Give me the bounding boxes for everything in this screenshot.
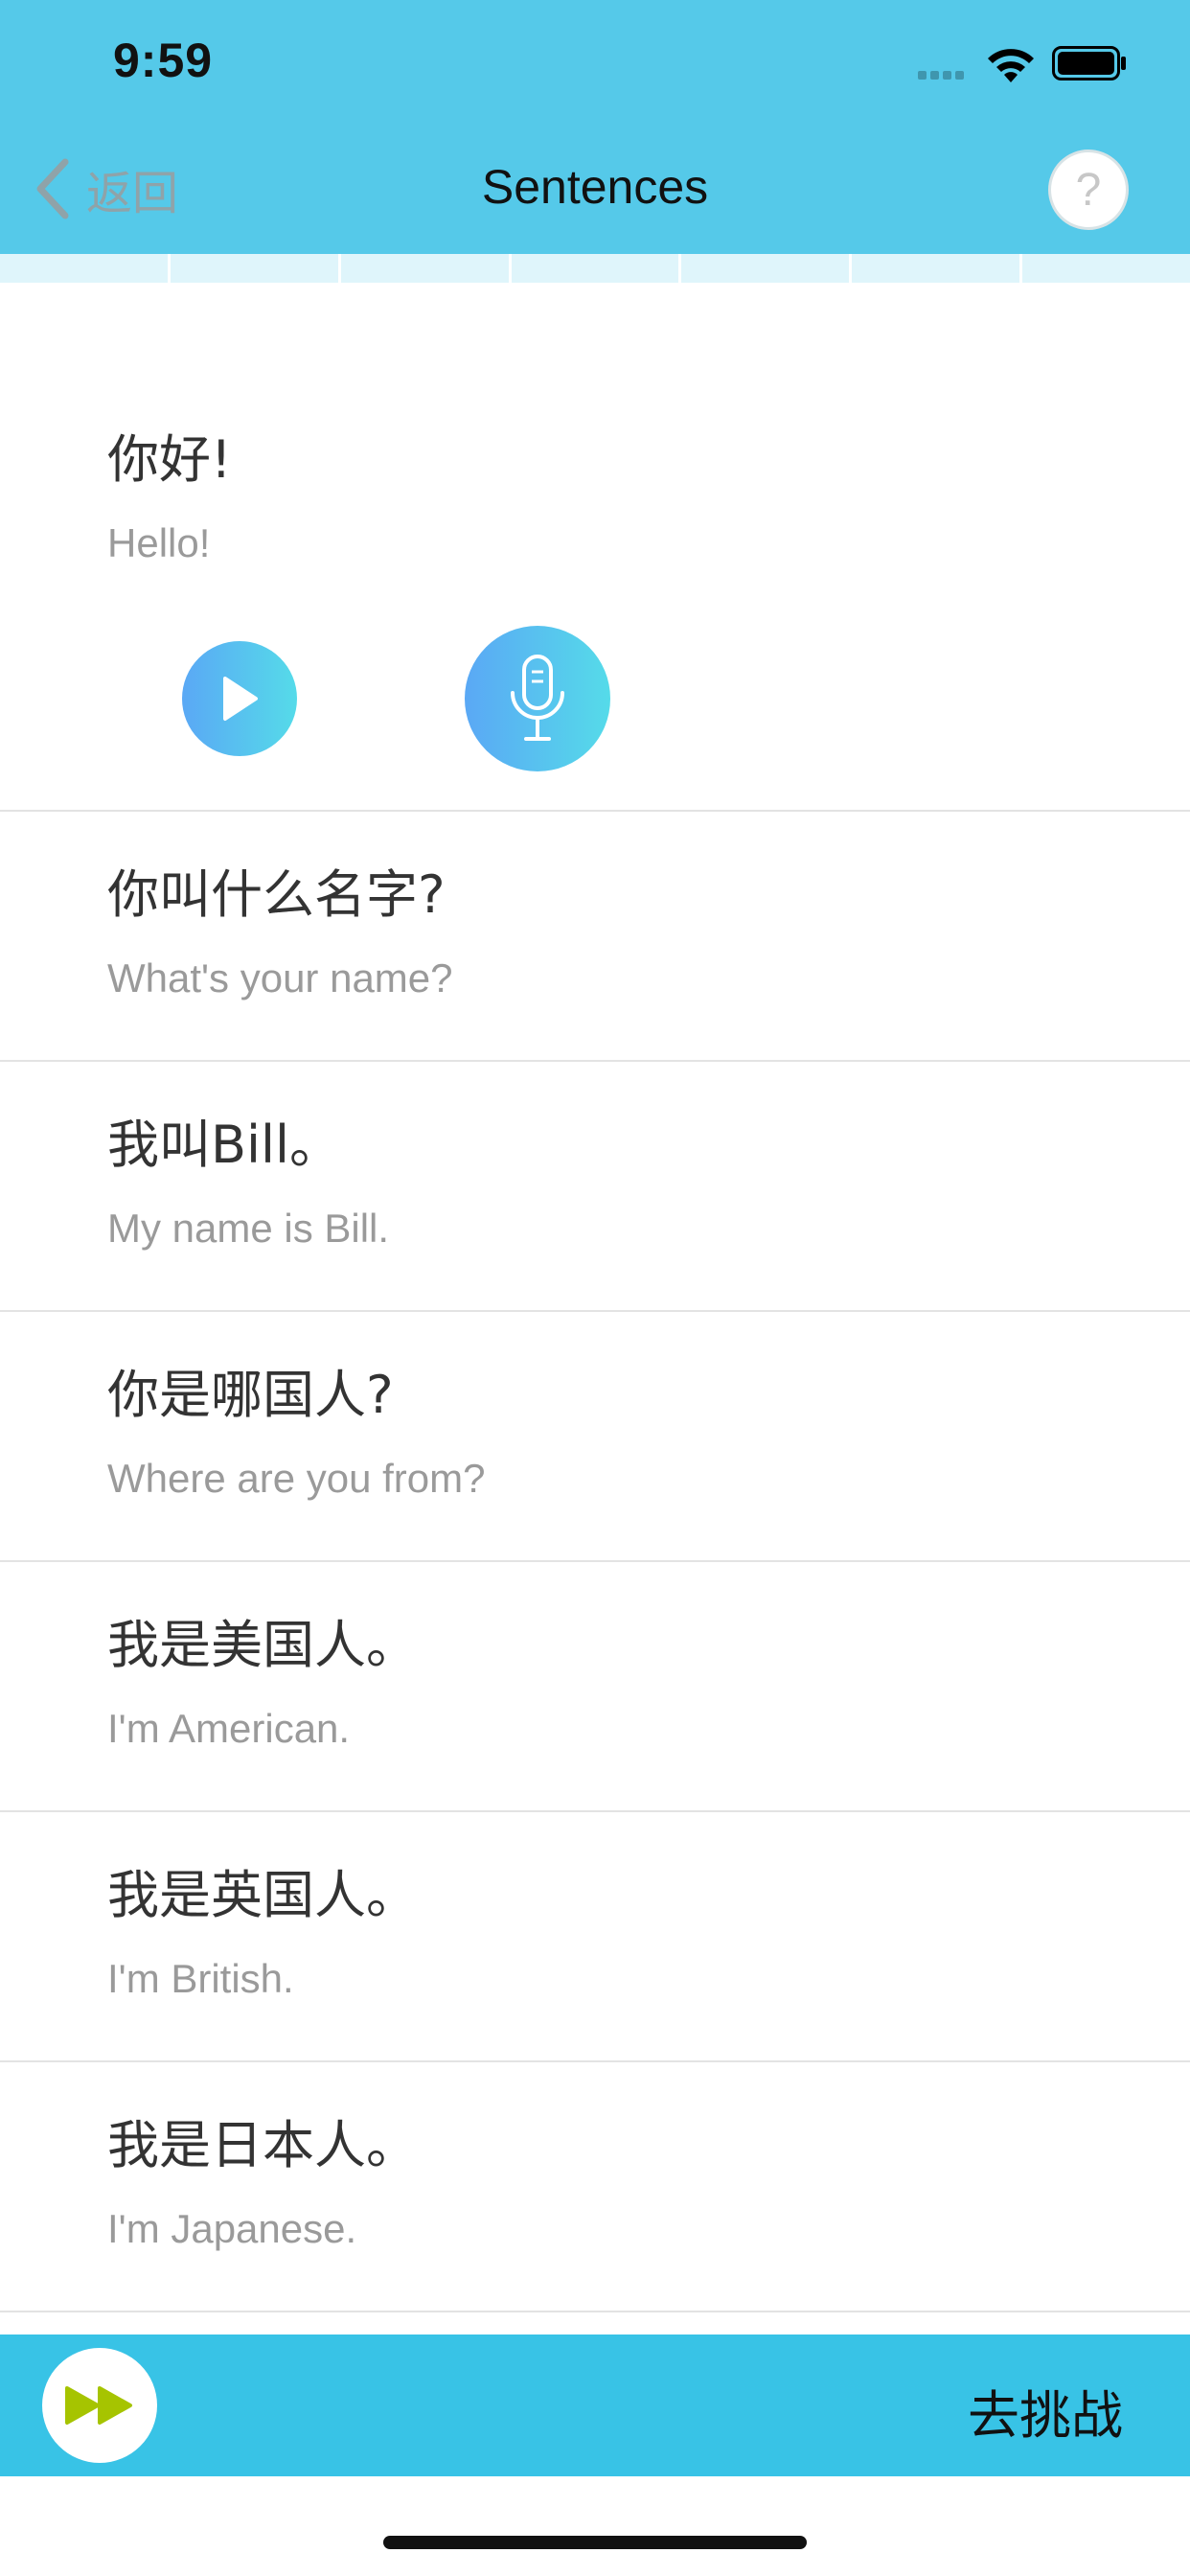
progress-segment: [852, 254, 1023, 283]
sentence-english: Where are you from?: [107, 1456, 486, 1501]
sentence-list: 你好! Hello! 你叫什么名字? What's your name? 我叫B…: [0, 283, 1190, 2312]
sentence-chinese: 我是英国人。: [107, 1865, 418, 1925]
sentence-item[interactable]: 我是英国人。 I'm British.: [0, 1812, 1190, 2062]
help-button[interactable]: ?: [1048, 150, 1129, 230]
progress-segment: [681, 254, 853, 283]
sentence-chinese: 你叫什么名字?: [107, 864, 446, 925]
sentence-chinese: 我是日本人。: [107, 2115, 418, 2175]
sentence-chinese: 你是哪国人?: [107, 1365, 394, 1425]
progress-segment: [171, 254, 341, 283]
fast-forward-icon: [65, 2386, 132, 2425]
sentence-item[interactable]: 我叫Bill。 My name is Bill.: [0, 1062, 1190, 1312]
wifi-icon: [988, 49, 1034, 82]
sentence-item[interactable]: 我是美国人。 I'm American.: [0, 1562, 1190, 1812]
sentence-item[interactable]: 我是日本人。 I'm Japanese.: [0, 2062, 1190, 2312]
page-title: Sentences: [481, 160, 709, 214]
progress-segment: [1022, 254, 1190, 283]
sentence-chinese: 你好!: [107, 429, 232, 490]
sentence-item[interactable]: 你叫什么名字? What's your name?: [0, 812, 1190, 1062]
sentence-english: My name is Bill.: [107, 1206, 390, 1251]
sentence-english: I'm American.: [107, 1706, 351, 1751]
sentence-chinese: 我叫Bill。: [107, 1115, 342, 1175]
record-button[interactable]: [465, 626, 610, 771]
header: 9:59 返回 Sentences ?: [0, 0, 1190, 254]
play-button[interactable]: [182, 641, 297, 756]
bottom-bar: 去挑战: [0, 2334, 1190, 2476]
sentence-english: I'm British.: [107, 1956, 294, 2001]
fast-forward-button[interactable]: [42, 2348, 157, 2463]
progress-segment: [0, 254, 171, 283]
screen: 9:59 返回 Sentences ? 你好! Hello! 你叫什么名字? W…: [0, 0, 1190, 2576]
microphone-icon: [511, 655, 564, 741]
home-indicator[interactable]: [383, 2536, 807, 2549]
signal-icon: [918, 71, 964, 80]
question-icon: ?: [1075, 164, 1102, 216]
sentence-english: I'm Japanese.: [107, 2206, 357, 2251]
sentence-english: Hello!: [107, 520, 211, 565]
sentence-english: What's your name?: [107, 955, 453, 1000]
battery-icon: [1052, 46, 1126, 80]
challenge-button[interactable]: 去挑战: [968, 2373, 1123, 2449]
sentence-item-active[interactable]: 你好! Hello!: [0, 283, 1190, 812]
progress-segment: [512, 254, 682, 283]
sentence-item[interactable]: 你是哪国人? Where are you from?: [0, 1312, 1190, 1562]
sentence-chinese: 我是美国人。: [107, 1615, 418, 1675]
status-time: 9:59: [113, 34, 214, 87]
play-icon: [223, 677, 258, 721]
progress-segment: [341, 254, 512, 283]
progress-strip: [0, 254, 1190, 283]
